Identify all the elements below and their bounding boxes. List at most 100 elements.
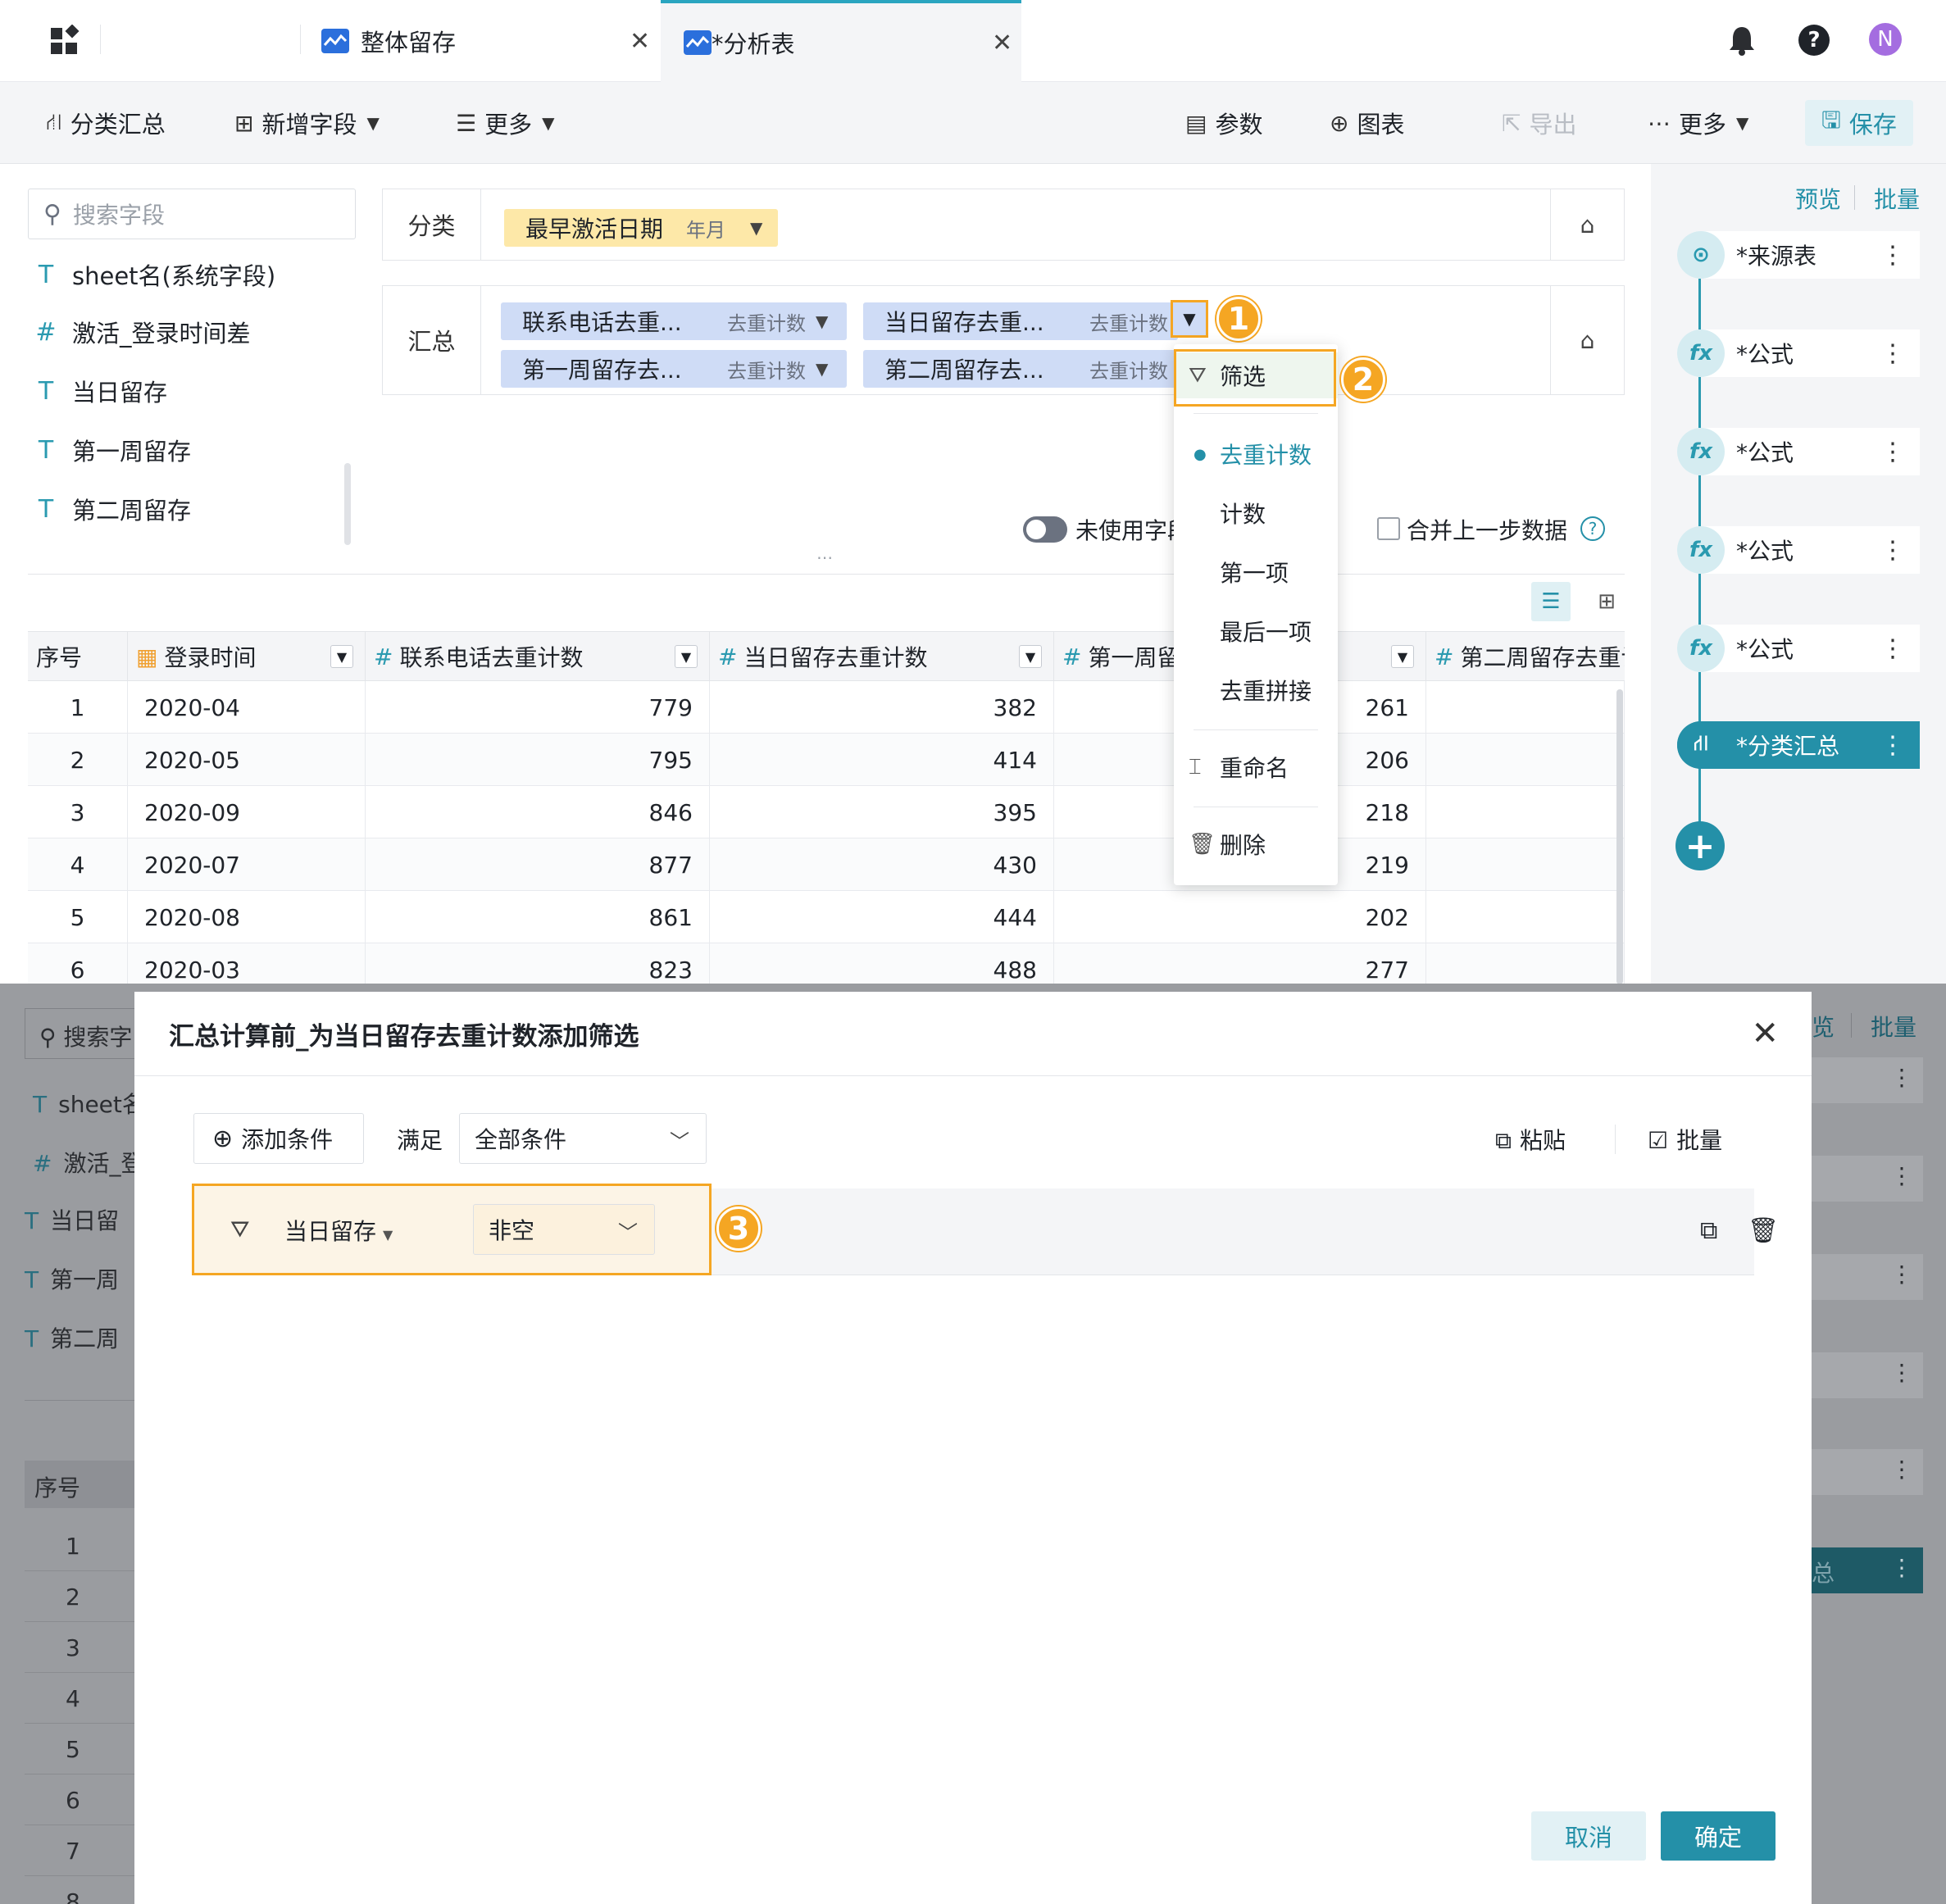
table-cell[interactable]: 2020-09 bbox=[128, 786, 366, 838]
column-header[interactable]: ▦ 登录时间 ▼ bbox=[128, 632, 366, 681]
table-cell[interactable]: 877 bbox=[366, 838, 710, 891]
table-cell[interactable]: 202 bbox=[1054, 891, 1426, 943]
field-item[interactable]: T 当日留存 bbox=[28, 370, 167, 411]
add-condition-button[interactable]: ⊕ 添加条件 bbox=[193, 1113, 364, 1164]
clear-icon[interactable]: ⌂ bbox=[1550, 189, 1624, 260]
add-node-button[interactable]: + bbox=[1675, 821, 1725, 870]
more-vertical-icon[interactable]: ⋮ bbox=[1880, 339, 1905, 368]
close-icon[interactable]: ✕ bbox=[992, 29, 1012, 57]
summary-chip[interactable]: 联系电话去重... 去重计数 ▼ bbox=[501, 302, 847, 340]
satisfy-select[interactable]: 全部条件 ﹀ bbox=[459, 1113, 707, 1164]
table-cell[interactable]: 823 bbox=[366, 943, 710, 984]
params-button[interactable]: ▤ 参数 bbox=[1185, 82, 1262, 164]
table-cell[interactable]: 2 bbox=[28, 734, 128, 786]
table-cell[interactable]: 5 bbox=[28, 891, 128, 943]
table-cell[interactable]: 861 bbox=[366, 891, 710, 943]
flow-node-formula[interactable]: fx *公式 ⋮ bbox=[1677, 526, 1920, 574]
caret-down-icon[interactable]: ▼ bbox=[1019, 645, 1042, 668]
table-cell[interactable]: 2020-08 bbox=[128, 891, 366, 943]
table-cell[interactable]: 2020-07 bbox=[128, 838, 366, 891]
summary-chip[interactable]: 当日留存去重... 去重计数 bbox=[863, 302, 1178, 340]
flow-node-formula[interactable]: fx *公式 ⋮ bbox=[1677, 329, 1920, 377]
apps-grid-icon[interactable] bbox=[49, 24, 82, 57]
cancel-button[interactable]: 取消 bbox=[1531, 1811, 1646, 1861]
table-cell[interactable]: 779 bbox=[366, 681, 710, 734]
add-field-button[interactable]: ⊞ 新增字段 ▼ bbox=[234, 82, 380, 164]
menu-item-last[interactable]: 最后一项 bbox=[1174, 608, 1338, 654]
summary-chip[interactable]: 第一周留存去... 去重计数 ▼ bbox=[501, 350, 847, 388]
more-vertical-icon[interactable]: ⋮ bbox=[1880, 241, 1905, 270]
caret-down-icon[interactable]: ▼ bbox=[816, 359, 828, 379]
table-cell[interactable]: 4 bbox=[28, 838, 128, 891]
paste-button[interactable]: ⧉ 粘贴 bbox=[1495, 1123, 1566, 1156]
category-chip[interactable]: 最早激活日期 年月 ▼ bbox=[504, 209, 778, 247]
confirm-button[interactable]: 确定 bbox=[1661, 1811, 1775, 1861]
avatar[interactable]: N bbox=[1869, 23, 1902, 56]
field-item[interactable]: T 第二周留存 bbox=[28, 488, 191, 529]
copy-icon[interactable]: ⧉ bbox=[1700, 1216, 1717, 1245]
table-cell[interactable]: 795 bbox=[366, 734, 710, 786]
more-actions-button[interactable]: ⋯ 更多 ▼ bbox=[1648, 82, 1748, 164]
preview-link[interactable]: 预览 bbox=[1795, 182, 1841, 215]
menu-item-distinct-concat[interactable]: 去重拼接 bbox=[1174, 667, 1338, 713]
flow-node-formula[interactable]: fx *公式 ⋮ bbox=[1677, 428, 1920, 475]
caret-down-icon[interactable]: ▼ bbox=[330, 645, 353, 668]
tab-analysis-table[interactable]: *分析表 ✕ bbox=[661, 0, 1021, 82]
table-cell[interactable]: 2020-04 bbox=[128, 681, 366, 734]
field-item[interactable]: # 激活_登录时间差 bbox=[28, 311, 250, 352]
table-cell[interactable] bbox=[1426, 838, 1625, 891]
table-cell[interactable]: 846 bbox=[366, 786, 710, 838]
flow-node-group-summary[interactable]: ⛙ *分类汇总 ⋮ bbox=[1677, 721, 1920, 769]
trash-icon[interactable]: 🗑 bbox=[1748, 1216, 1779, 1245]
batch-link[interactable]: 批量 bbox=[1874, 182, 1920, 215]
clear-icon[interactable]: ⌂ bbox=[1550, 286, 1624, 394]
table-cell[interactable] bbox=[1426, 734, 1625, 786]
batch-button[interactable]: ☑ 批量 bbox=[1648, 1123, 1722, 1156]
column-header[interactable]: # 当日留存去重计数 ▼ bbox=[710, 632, 1054, 681]
table-cell[interactable]: 2020-03 bbox=[128, 943, 366, 984]
table-cell[interactable]: 382 bbox=[710, 681, 1054, 734]
field-item[interactable]: Tsheet名(系统字段) bbox=[28, 254, 275, 295]
caret-down-icon[interactable]: ▼ bbox=[1391, 645, 1414, 668]
table-cell[interactable]: 414 bbox=[710, 734, 1054, 786]
table-cell[interactable]: 2020-05 bbox=[128, 734, 366, 786]
table-cell[interactable]: 1 bbox=[28, 681, 128, 734]
list-view-icon[interactable]: ☰ bbox=[1531, 582, 1571, 621]
close-icon[interactable]: ✕ bbox=[630, 27, 650, 56]
grid-view-icon[interactable]: ⊞ bbox=[1587, 582, 1626, 621]
group-summary-button[interactable]: ⛙ 分类汇总 bbox=[46, 82, 166, 164]
menu-item-count[interactable]: 计数 bbox=[1174, 490, 1338, 536]
menu-item-distinct-count[interactable]: ● 去重计数 bbox=[1174, 431, 1338, 477]
merge-prev-checkbox[interactable] bbox=[1377, 517, 1400, 540]
table-cell[interactable]: 3 bbox=[28, 786, 128, 838]
help-circle-icon[interactable]: ? bbox=[1580, 516, 1605, 541]
menu-item-delete[interactable]: 🗑 删除 bbox=[1174, 821, 1338, 867]
more-vertical-icon[interactable]: ⋮ bbox=[1880, 731, 1905, 760]
table-cell[interactable]: 277 bbox=[1054, 943, 1426, 984]
save-button[interactable]: 🖫 保存 bbox=[1805, 100, 1913, 146]
help-icon[interactable]: ? bbox=[1798, 25, 1830, 56]
table-cell[interactable]: 395 bbox=[710, 786, 1054, 838]
table-cell[interactable] bbox=[1426, 891, 1625, 943]
resize-handle-icon[interactable]: ⋯ bbox=[816, 548, 833, 567]
tab-overall-retention[interactable]: 整体留存 ✕ bbox=[321, 0, 657, 82]
table-cell[interactable] bbox=[1426, 943, 1625, 984]
export-button[interactable]: ⇱ 导出 bbox=[1502, 82, 1576, 164]
more-vertical-icon[interactable]: ⋮ bbox=[1880, 536, 1905, 565]
table-cell[interactable]: 430 bbox=[710, 838, 1054, 891]
summary-chip[interactable]: 第二周留存去... 去重计数 bbox=[863, 350, 1178, 388]
flow-node-source[interactable]: ⊙ *来源表 ⋮ bbox=[1677, 231, 1920, 279]
more-vertical-icon[interactable]: ⋮ bbox=[1880, 438, 1905, 466]
flow-node-formula[interactable]: fx *公式 ⋮ bbox=[1677, 625, 1920, 672]
column-header[interactable]: #第二周留存去重计数 bbox=[1426, 632, 1625, 681]
bell-icon[interactable] bbox=[1728, 25, 1756, 63]
close-icon[interactable]: ✕ bbox=[1751, 1015, 1779, 1052]
menu-item-first[interactable]: 第一项 bbox=[1174, 549, 1338, 595]
table-cell[interactable]: 444 bbox=[710, 891, 1054, 943]
more-button[interactable]: ☰ 更多 ▼ bbox=[456, 82, 555, 164]
table-cell[interactable]: 6 bbox=[28, 943, 128, 984]
table-cell[interactable]: 488 bbox=[710, 943, 1054, 984]
condition-field-select[interactable]: 当日留存 ▼ bbox=[284, 1214, 393, 1247]
unused-fields-toggle[interactable] bbox=[1023, 516, 1067, 543]
menu-item-rename[interactable]: ⌶ 重命名 bbox=[1174, 744, 1338, 790]
